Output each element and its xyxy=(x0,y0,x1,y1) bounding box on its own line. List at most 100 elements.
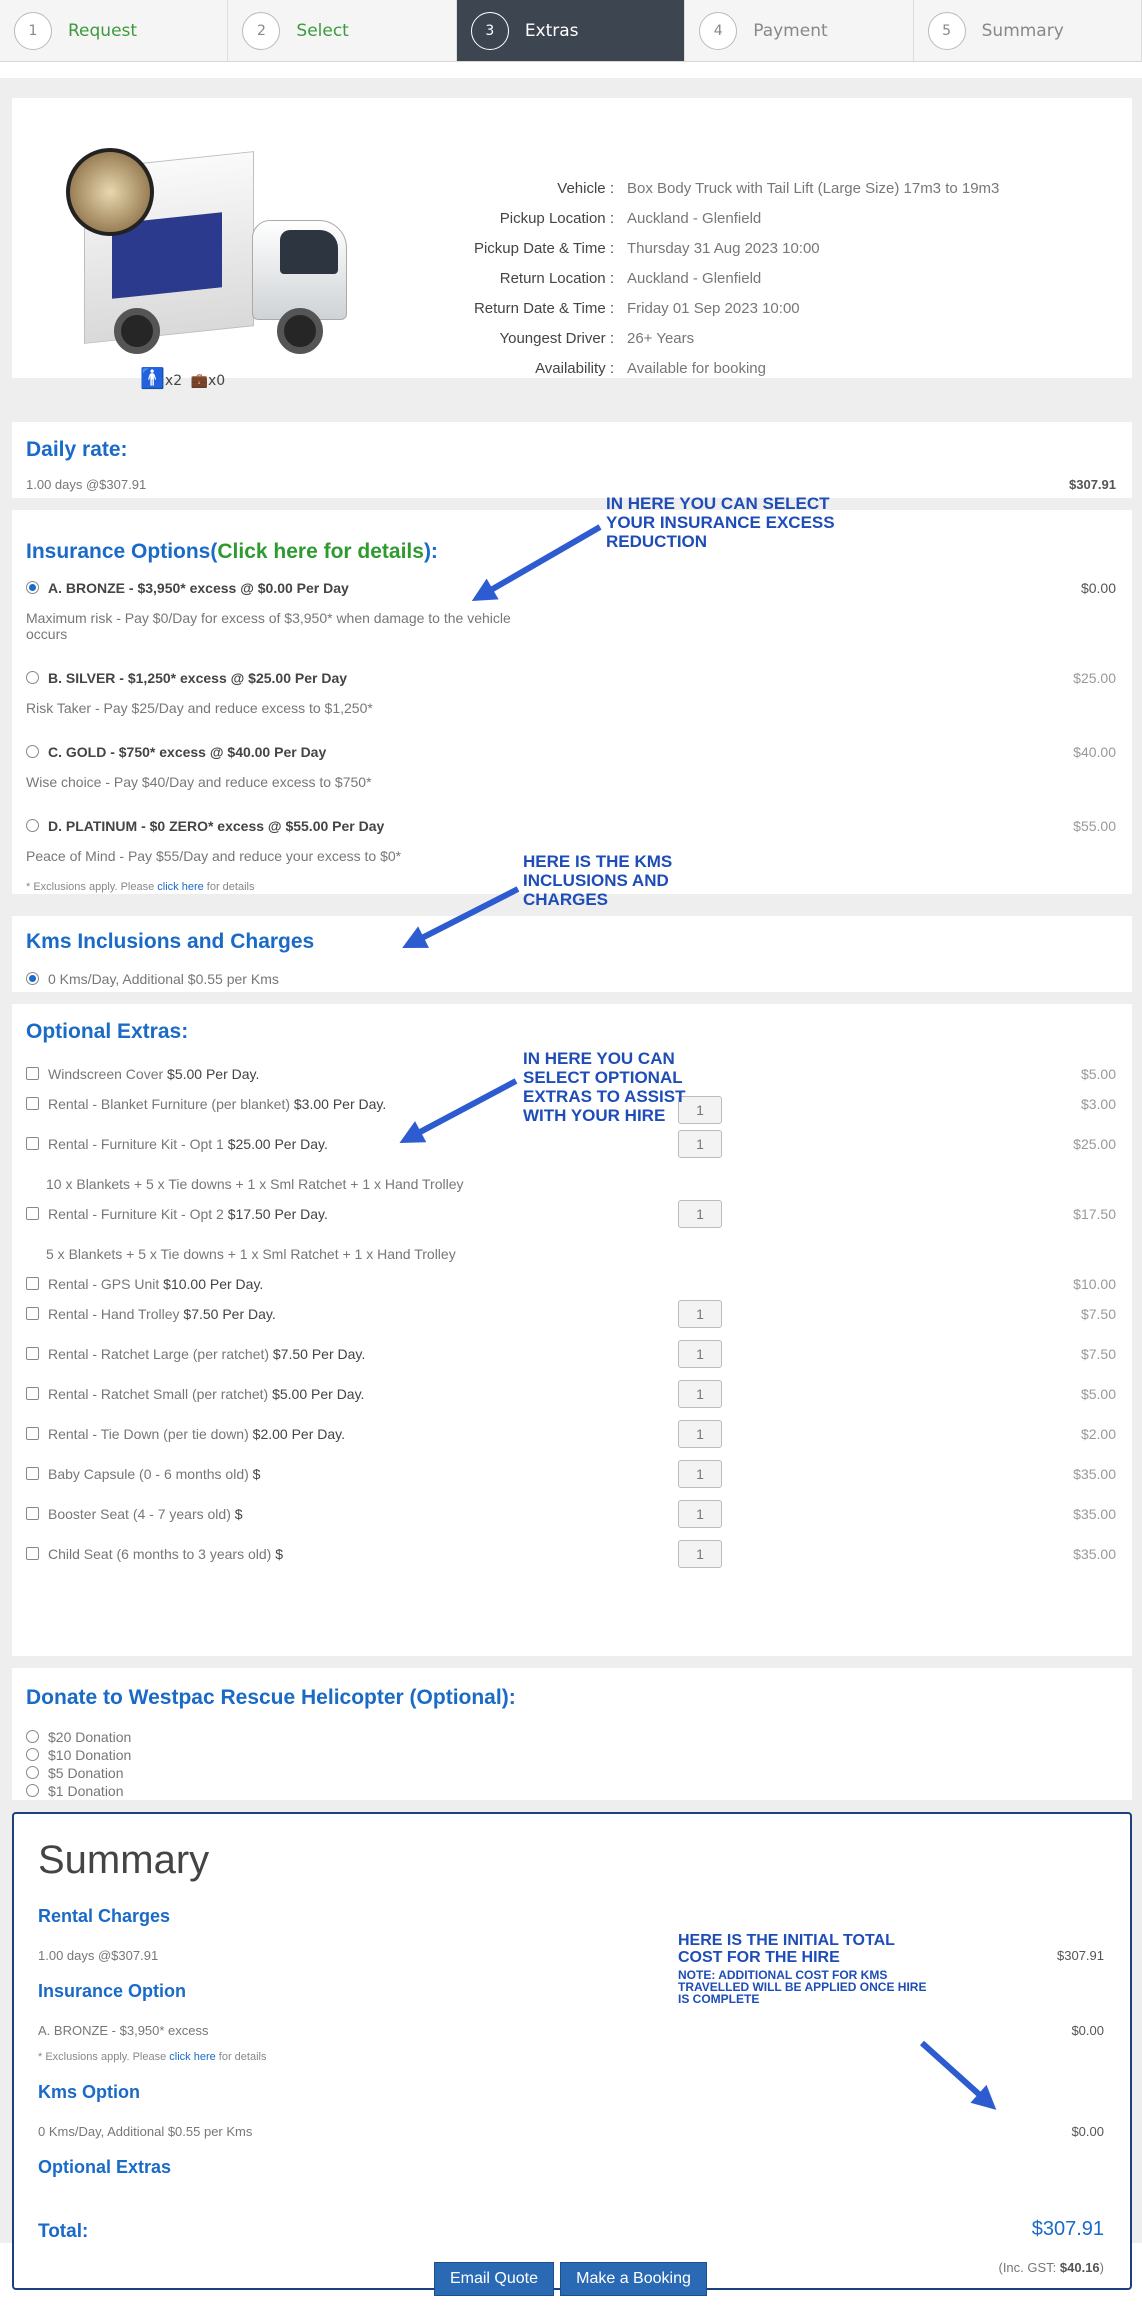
extra-label[interactable]: Rental - Furniture Kit - Opt 2 $17.50 Pe… xyxy=(48,1206,328,1222)
extra-checkbox[interactable] xyxy=(26,1467,39,1480)
extra-checkbox[interactable] xyxy=(26,1387,39,1400)
extra-checkbox[interactable] xyxy=(26,1347,39,1360)
extra-label[interactable]: Booster Seat (4 - 7 years old) $ xyxy=(48,1506,243,1522)
extra-label[interactable]: Rental - GPS Unit $10.00 Per Day. xyxy=(48,1276,263,1292)
extra-kit-contents: 10 x Blankets + 5 x Tie downs + 1 x Sml … xyxy=(46,1176,464,1192)
extra-label[interactable]: Rental - Furniture Kit - Opt 1 $25.00 Pe… xyxy=(48,1136,328,1152)
extra-quantity-input[interactable]: 1 xyxy=(678,1300,722,1328)
insurance-bronze-price: $0.00 xyxy=(1080,580,1116,596)
booking-extras-panel: 🚹x2 💼x0 Vehicle : Box Body Truck with Ta… xyxy=(0,78,1142,2290)
extra-label[interactable]: Rental - Hand Trolley $7.50 Per Day. xyxy=(48,1306,276,1322)
extra-checkbox[interactable] xyxy=(26,1547,39,1560)
insurance-option-desc: A. BRONZE - $3,950* excess xyxy=(38,2023,209,2038)
step-number: 3 xyxy=(470,11,509,50)
step-label: Payment xyxy=(753,20,828,41)
extra-label[interactable]: Rental - Tie Down (per tie down) $2.00 P… xyxy=(48,1426,345,1442)
donation-5-radio[interactable] xyxy=(26,1766,39,1779)
extra-quantity-input[interactable]: 1 xyxy=(678,1380,722,1408)
luggage-count: x0 xyxy=(208,373,226,389)
step-number: 5 xyxy=(927,11,966,50)
vehicle-label: Vehicle : xyxy=(557,180,614,197)
extra-price: $35.00 xyxy=(1073,1466,1116,1482)
donation-5-label[interactable]: $5 Donation xyxy=(48,1765,124,1781)
insurance-silver-price: $25.00 xyxy=(1073,670,1116,686)
extra-label[interactable]: Rental - Blanket Furniture (per blanket)… xyxy=(48,1096,386,1112)
insurance-bronze-radio[interactable] xyxy=(26,581,39,594)
extra-label[interactable]: Windscreen Cover $5.00 Per Day. xyxy=(48,1066,259,1082)
progress-stepper: 1 Request 2 Select 3 Extras 4 Payment 5 Summa… xyxy=(0,0,1142,62)
kms-option-price: $0.00 xyxy=(1071,2124,1104,2139)
insurance-platinum-radio[interactable] xyxy=(26,819,39,832)
insurance-annotation: IN HERE YOU CAN SELECT YOUR INSURANCE EX… xyxy=(606,494,835,551)
summary-exclusions-link[interactable]: click here xyxy=(169,2051,215,2063)
extra-quantity-input[interactable]: 1 xyxy=(678,1500,722,1528)
extra-checkbox[interactable] xyxy=(26,1137,39,1150)
step-select[interactable]: 2 Select xyxy=(228,0,457,61)
total-annotation: HERE IS THE INITIAL TOTAL COST FOR THE H… xyxy=(678,1932,895,1966)
extra-price: $5.00 xyxy=(1080,1066,1116,1082)
insurance-option-heading: Insurance Option xyxy=(38,1981,187,2001)
extra-label[interactable]: Rental - Ratchet Large (per ratchet) $7.… xyxy=(48,1346,365,1362)
insurance-platinum-desc: Peace of Mind - Pay $55/Day and reduce y… xyxy=(26,848,402,864)
extra-quantity-input[interactable]: 1 xyxy=(678,1460,722,1488)
rental-charges-heading: Rental Charges xyxy=(38,1906,171,1926)
total-amount: $307.91 xyxy=(1031,2218,1104,2240)
donation-1-radio[interactable] xyxy=(26,1784,39,1797)
extras-annotation: IN HERE YOU CAN SELECT OPTIONAL EXTRAS T… xyxy=(523,1049,686,1125)
step-summary[interactable]: 5 Summary xyxy=(914,0,1142,61)
extra-quantity-input[interactable]: 1 xyxy=(678,1540,722,1568)
extra-price: $7.50 xyxy=(1080,1346,1116,1362)
step-extras[interactable]: 3 Extras xyxy=(456,0,686,61)
insurance-platinum-label[interactable]: D. PLATINUM - $0 ZERO* excess @ $55.00 P… xyxy=(48,818,384,834)
extra-checkbox[interactable] xyxy=(26,1307,39,1320)
extra-checkbox[interactable] xyxy=(26,1207,39,1220)
extra-label[interactable]: Child Seat (6 months to 3 years old) $ xyxy=(48,1546,283,1562)
extra-quantity-input[interactable]: 1 xyxy=(678,1420,722,1448)
capacity-info: 🚹x2 💼x0 xyxy=(140,366,225,390)
insurance-silver-label[interactable]: B. SILVER - $1,250* excess @ $25.00 Per … xyxy=(48,670,347,686)
kms-option-label[interactable]: 0 Kms/Day, Additional $0.55 per Kms xyxy=(48,971,279,987)
donation-10-radio[interactable] xyxy=(26,1748,39,1761)
extra-price: $3.00 xyxy=(1080,1096,1116,1112)
insurance-bronze-label[interactable]: A. BRONZE - $3,950* excess @ $0.00 Per D… xyxy=(48,580,349,596)
insurance-platinum-price: $55.00 xyxy=(1073,818,1116,834)
extra-price: $35.00 xyxy=(1073,1506,1116,1522)
insurance-gold-label[interactable]: C. GOLD - $750* excess @ $40.00 Per Day xyxy=(48,744,326,760)
step-request[interactable]: 1 Request xyxy=(0,0,229,61)
extra-label[interactable]: Baby Capsule (0 - 6 months old) $ xyxy=(48,1466,260,1482)
kms-card: Kms Inclusions and Charges 0 Kms/Day, Ad… xyxy=(12,916,1132,992)
donation-1-label[interactable]: $1 Donation xyxy=(48,1783,124,1799)
email-quote-button[interactable]: Email Quote xyxy=(434,2262,554,2296)
extra-label[interactable]: Rental - Ratchet Small (per ratchet) $5.… xyxy=(48,1386,364,1402)
extra-checkbox[interactable] xyxy=(26,1097,39,1110)
step-label: Extras xyxy=(524,20,579,41)
availability-value: Available for booking xyxy=(627,360,766,377)
optional-extras-heading: Optional Extras xyxy=(38,2157,172,2177)
insurance-gold-radio[interactable] xyxy=(26,745,39,758)
step-payment[interactable]: 4 Payment xyxy=(685,0,914,61)
extra-quantity-input[interactable]: 1 xyxy=(678,1340,722,1368)
extra-quantity-input[interactable]: 1 xyxy=(678,1200,722,1228)
insurance-silver-radio[interactable] xyxy=(26,671,39,684)
extra-checkbox[interactable] xyxy=(26,1277,39,1290)
insurance-gold-price: $40.00 xyxy=(1073,744,1116,760)
pickup-location-label: Pickup Location : xyxy=(499,210,614,227)
extra-checkbox[interactable] xyxy=(26,1427,39,1440)
gst-note: (Inc. GST: $40.16) xyxy=(998,2260,1104,2275)
kms-option-radio[interactable] xyxy=(26,972,39,985)
make-booking-button[interactable]: Make a Booking xyxy=(560,2262,707,2296)
extra-price: $7.50 xyxy=(1080,1306,1116,1322)
donation-20-label[interactable]: $20 Donation xyxy=(48,1729,131,1745)
rental-charges-price: $307.91 xyxy=(1057,1948,1104,1963)
extra-checkbox[interactable] xyxy=(26,1067,39,1080)
extra-quantity-input[interactable]: 1 xyxy=(678,1130,722,1158)
donation-10-label[interactable]: $10 Donation xyxy=(48,1747,131,1763)
daily-rate-price: $307.91 xyxy=(1069,477,1116,492)
step-label: Select xyxy=(296,20,349,41)
exclusions-link[interactable]: click here xyxy=(157,881,203,893)
step-number: 4 xyxy=(699,11,738,50)
return-datetime-value: Friday 01 Sep 2023 10:00 xyxy=(627,300,800,317)
insurance-details-link[interactable]: Click here for details xyxy=(217,540,424,563)
extra-checkbox[interactable] xyxy=(26,1507,39,1520)
donation-20-radio[interactable] xyxy=(26,1730,39,1743)
